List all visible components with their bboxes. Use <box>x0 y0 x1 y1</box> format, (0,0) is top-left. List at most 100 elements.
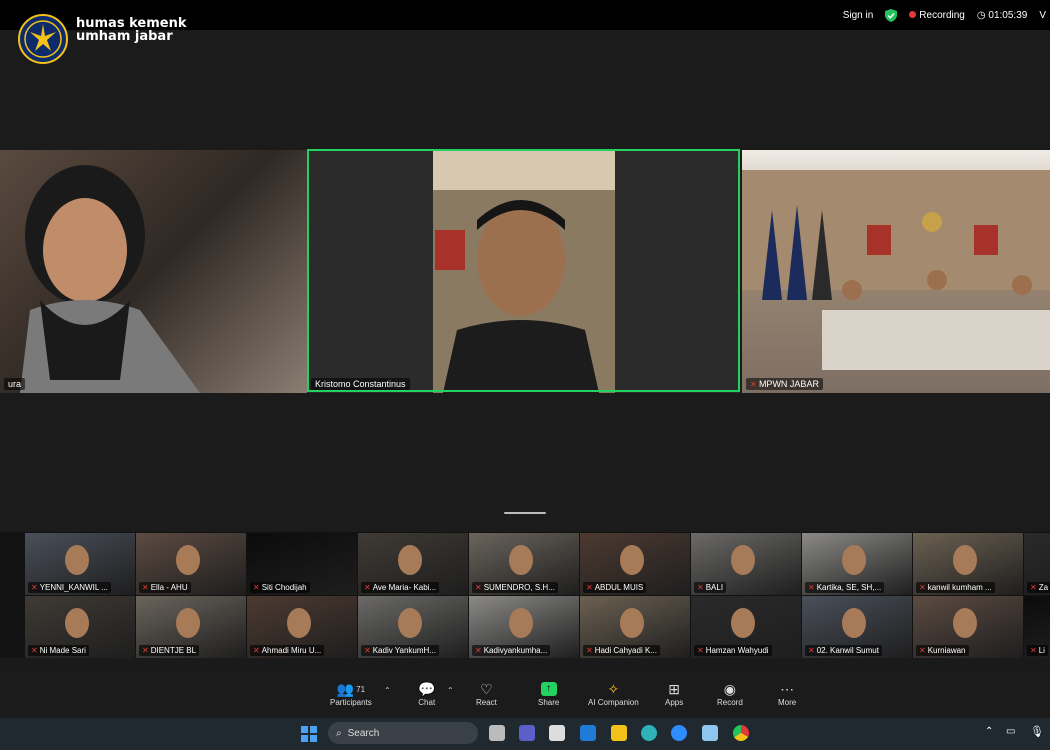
participant-name: Za <box>1038 583 1049 592</box>
participant-face <box>398 545 422 575</box>
network-icon[interactable]: ▭ <box>1006 726 1015 737</box>
recording-indicator[interactable]: Recording <box>909 10 965 21</box>
view-button[interactable]: V <box>1039 10 1046 21</box>
participant-face <box>953 608 977 638</box>
mic-muted-icon: ✕ <box>808 583 815 592</box>
teams-icon[interactable] <box>519 725 535 741</box>
gallery-tile[interactable]: ✕ 02. Kanwil Sumut <box>802 596 912 658</box>
participant-name: ✕ MPWN JABAR <box>746 378 823 390</box>
participant-face <box>842 545 866 575</box>
gallery-tile-name: ✕ Li <box>1027 645 1048 656</box>
apps-icon: ⊞ <box>668 680 680 697</box>
shield-check-icon[interactable] <box>885 8 898 22</box>
gallery-tile[interactable]: ✕ Kurniawan <box>913 596 1023 658</box>
gallery-tile-name: ✕ Siti Chodijah <box>250 582 310 593</box>
share-icon: ↑ <box>540 680 557 698</box>
mail-icon[interactable] <box>580 725 596 741</box>
gallery-tile[interactable]: ✕ Ella - AHU <box>136 533 246 595</box>
meeting-timer: ◷ 01:05:39 <box>977 10 1027 21</box>
gallery-tile[interactable]: ✕ Kadivyankumha... <box>469 596 579 658</box>
mic-muted-icon: ✕ <box>364 583 371 592</box>
participant-name: Siti Chodijah <box>261 583 307 592</box>
participant-name: Ave Maria- Kabi... <box>372 583 437 592</box>
react-label: React <box>476 698 497 707</box>
heart-icon: ♡ <box>480 680 493 697</box>
gallery-tile[interactable]: ✕ Za <box>1024 533 1050 595</box>
participant-name: ura <box>4 378 26 390</box>
gallery-tile[interactable]: ✕ ABDUL MUIS <box>580 533 690 595</box>
gallery-tile[interactable]: ✕ Kartika, SE, SH,... <box>802 533 912 595</box>
gallery-tile[interactable]: ✕ Hadi Cahyadi K... <box>580 596 690 658</box>
participant-name: DIENTJE BL <box>150 646 197 655</box>
gallery-tile[interactable]: ✕ Ahmadi Miru U... <box>247 596 357 658</box>
gallery-tile-name: ✕ 02. Kanwil Sumut <box>805 645 882 656</box>
gallery-tile[interactable]: ✕ Siti Chodijah <box>247 533 357 595</box>
participant-face <box>65 545 89 575</box>
timer-value: 01:05:39 <box>988 9 1028 21</box>
react-button[interactable]: ♡ React <box>476 680 497 708</box>
mic-muted-icon: ✕ <box>31 646 38 655</box>
gallery-tile-name: ✕ ABDUL MUIS <box>583 582 647 593</box>
participants-button[interactable]: 👥 71 Participants <box>330 680 372 708</box>
mic-muted-icon: ✕ <box>586 646 593 655</box>
mic-muted-icon: ✕ <box>697 583 704 592</box>
windows-start-icon[interactable] <box>301 726 317 742</box>
gallery-tile[interactable]: ✕ Hamzan Wahyudi <box>691 596 801 658</box>
notepad-icon[interactable] <box>702 725 718 741</box>
chrome-icon[interactable] <box>733 725 749 741</box>
participant-face <box>176 608 200 638</box>
gallery-tile[interactable]: ✕ Ave Maria- Kabi... <box>358 533 468 595</box>
mic-muted-icon: ✕ <box>1030 646 1037 655</box>
sign-in-link[interactable]: Sign in <box>843 10 874 21</box>
participant-name: Kadiv YankumH... <box>372 646 436 655</box>
gallery-tile-name: ✕ Za <box>1027 582 1050 593</box>
store-icon[interactable] <box>549 725 565 741</box>
participant-face <box>509 608 533 638</box>
participants-menu-chevron-icon[interactable]: ⌃ <box>384 686 391 695</box>
share-button[interactable]: ↑ Share <box>538 680 559 707</box>
ai-companion-button[interactable]: ✧ AI Companion <box>588 680 639 708</box>
chat-icon: 💬 <box>418 680 436 697</box>
gallery-tile[interactable]: ✕ YENNI_KANWIL ... <box>25 533 135 595</box>
video-tile-right[interactable]: ✕ MPWN JABAR <box>742 150 1050 393</box>
gallery-tile[interactable]: ✕ BALI <box>691 533 801 595</box>
gallery-tile[interactable]: ✕ Ni Made Sari <box>25 596 135 658</box>
zoom-icon[interactable] <box>671 725 687 741</box>
chat-menu-chevron-icon[interactable]: ⌃ <box>447 686 454 695</box>
record-button[interactable]: ◉ Record <box>717 680 743 708</box>
gallery-tile-name: ✕ BALI <box>694 582 727 593</box>
edge-icon[interactable] <box>641 725 657 741</box>
tray-chevron-icon[interactable]: ⌃ <box>985 726 993 737</box>
participant-face <box>731 545 755 575</box>
mic-muted-icon: ✕ <box>31 583 38 592</box>
meeting-toolbar: 👥 71 Participants ⌃ 💬 Chat ⌃ ♡ React ↑ Sh… <box>0 672 1050 718</box>
gallery-tile[interactable]: ✕ DIENTJE BL <box>136 596 246 658</box>
video-tile-left[interactable]: ura <box>0 150 307 393</box>
top-bar-right: Sign in Recording ◷ 01:05:39 V <box>843 0 1050 30</box>
task-view-icon[interactable] <box>489 725 505 741</box>
gallery-tile[interactable]: ✕ kanwil kumham ... <box>913 533 1023 595</box>
gallery-tile[interactable]: ✕ SUMENDRO, S.H... <box>469 533 579 595</box>
apps-button[interactable]: ⊞ Apps <box>665 680 683 708</box>
gallery-tile[interactable]: ✕ Kadiv YankumH... <box>358 596 468 658</box>
participant-face <box>398 608 422 638</box>
taskbar-search[interactable]: ⌕ Search <box>328 722 478 744</box>
chat-button[interactable]: 💬 Chat <box>418 680 436 708</box>
participant-name: Hamzan Wahyudi <box>705 646 769 655</box>
participant-name: SUMENDRO, S.H... <box>483 583 555 592</box>
gallery-tile-name: ✕ Ella - AHU <box>139 582 191 593</box>
gallery-tile[interactable]: ✕ Li <box>1024 596 1050 658</box>
file-explorer-icon[interactable] <box>611 725 627 741</box>
gallery-tile-name: ✕ Kurniawan <box>916 645 969 656</box>
participant-name: Ahmadi Miru U... <box>261 646 322 655</box>
gallery-tile-name: ✕ Ni Made Sari <box>28 645 89 656</box>
gallery-tile-name: ✕ kanwil kumham ... <box>916 582 995 593</box>
gallery-tile-name: ✕ Hamzan Wahyudi <box>694 645 772 656</box>
microphone-icon[interactable]: 🎙 <box>1030 725 1044 738</box>
participant-silhouette <box>20 165 200 393</box>
video-tile-active-speaker[interactable]: Kristomo Constantinus <box>307 150 740 393</box>
gallery-tile-name: ✕ Ave Maria- Kabi... <box>361 582 440 593</box>
mic-muted-icon: ✕ <box>697 646 704 655</box>
more-button[interactable]: ⋯ More <box>778 680 796 708</box>
gallery-resize-handle[interactable] <box>504 512 546 514</box>
